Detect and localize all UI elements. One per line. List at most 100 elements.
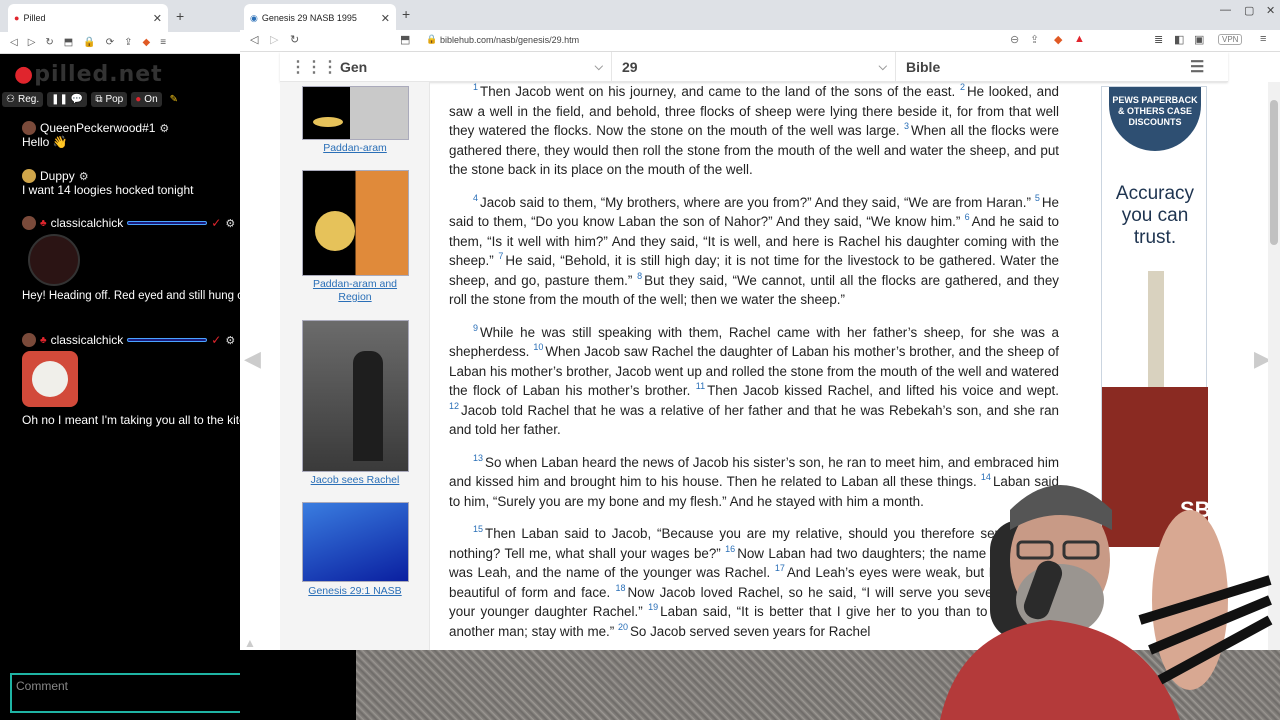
new-tab-icon[interactable]: + bbox=[176, 8, 184, 24]
bookmark-icon[interactable]: ⬒ bbox=[400, 33, 410, 46]
brave-shield-icon[interactable]: ◆ bbox=[1054, 33, 1062, 46]
wallet-icon[interactable]: ▣ bbox=[1194, 33, 1204, 46]
scroll-top-icon[interactable]: ▲ bbox=[244, 636, 256, 650]
gear-icon[interactable]: ⚙ bbox=[79, 170, 89, 183]
message-user[interactable]: Duppy bbox=[40, 169, 75, 183]
close-window-icon[interactable]: ✕ bbox=[1266, 4, 1275, 17]
webcam-overlay bbox=[850, 450, 1280, 720]
comment-input[interactable]: Comment bbox=[10, 673, 255, 713]
version-select[interactable]: Bible bbox=[896, 52, 1180, 82]
verse-number[interactable]: 17 bbox=[775, 563, 785, 573]
paragraph: 9 While he was still speaking with them, … bbox=[449, 323, 1059, 440]
verse-number[interactable]: 8 bbox=[637, 271, 642, 281]
verse-number[interactable]: 5 bbox=[1035, 193, 1040, 203]
zoom-icon[interactable]: ⊖ bbox=[1010, 33, 1019, 46]
verse-number[interactable]: 11 bbox=[696, 381, 705, 391]
verse-number[interactable]: 4 bbox=[473, 193, 478, 203]
message-user[interactable]: QueenPeckerwood#1 bbox=[40, 121, 155, 135]
avatar bbox=[22, 216, 36, 230]
desktop-strip bbox=[240, 650, 356, 720]
url-field[interactable]: biblehub.com/nasb/genesis/29.htm bbox=[440, 35, 579, 45]
verse-number[interactable]: 10 bbox=[533, 342, 543, 352]
sidebar-icon[interactable]: ◧ bbox=[1174, 33, 1184, 46]
share-icon[interactable]: ⇪ bbox=[1030, 33, 1039, 46]
grid-icon[interactable]: ⋮⋮⋮ bbox=[280, 52, 338, 82]
prev-chapter-icon[interactable]: ◀ bbox=[244, 346, 261, 372]
ad-slogan: Accuracy you can trust. bbox=[1115, 183, 1195, 248]
back-icon[interactable]: ◁ bbox=[250, 33, 258, 46]
left-nav-bar: ◁ ▷ ↻ ⬒ 🔒 ⟳ ⇪ ◆ ≡ bbox=[0, 32, 240, 54]
close-tab-icon[interactable]: ✕ bbox=[381, 12, 390, 25]
verse-number[interactable]: 19 bbox=[648, 602, 658, 612]
chapter-select[interactable]: 29 ⌵ bbox=[612, 52, 896, 82]
new-tab-icon[interactable]: + bbox=[402, 6, 410, 22]
image-caption-link[interactable]: Jacob sees Rachel bbox=[300, 474, 410, 486]
verse-number[interactable]: 1 bbox=[473, 82, 478, 92]
chat-message: ♣ classicalchick ✓ ⚙ Hey! Heading off. Red … bbox=[0, 216, 240, 314]
tab-genesis[interactable]: ◉ Genesis 29 NASB 1995 ✕ bbox=[244, 4, 396, 32]
on-button[interactable]: ● On bbox=[131, 91, 162, 107]
status-badge bbox=[127, 338, 208, 342]
image-caption-link[interactable]: Genesis 29:1 NASB bbox=[300, 585, 410, 597]
left-tab-bar: ● Pilled ✕ + bbox=[0, 0, 240, 32]
brave-icon[interactable]: ◆ bbox=[142, 37, 150, 48]
brave-rewards-icon[interactable]: ▲ bbox=[1074, 33, 1085, 45]
playlist-icon[interactable]: ≣ bbox=[1154, 33, 1163, 46]
chat-toolbar: ⚇ Reg. ❚❚ 💬 ⧉ Pop ● On ✎ bbox=[2, 88, 238, 110]
message-user[interactable]: classicalchick bbox=[51, 333, 124, 347]
minimize-icon[interactable]: — bbox=[1220, 4, 1231, 16]
pencil-button[interactable]: ✎ bbox=[166, 92, 182, 107]
map-caption-link[interactable]: Paddan-aram bbox=[300, 142, 410, 154]
paragraph: 4 Jacob said to them, “My brothers, where… bbox=[449, 193, 1059, 310]
tab-pilled[interactable]: ● Pilled ✕ bbox=[8, 4, 168, 32]
verse-text: Then Jacob kissed Rachel, and lifted his… bbox=[707, 383, 1059, 398]
verse-image-thumbnail[interactable] bbox=[302, 502, 409, 582]
verse-number[interactable]: 16 bbox=[725, 544, 735, 554]
vpn-button[interactable]: VPN bbox=[1218, 34, 1243, 45]
pill-favicon-icon: ● bbox=[14, 13, 20, 23]
verse-number[interactable]: 6 bbox=[965, 212, 970, 222]
verse-number[interactable]: 7 bbox=[498, 251, 503, 261]
verse-number[interactable]: 2 bbox=[960, 82, 965, 92]
scrollbar-thumb[interactable] bbox=[1270, 100, 1278, 245]
painting-thumbnail[interactable] bbox=[302, 320, 409, 472]
forward-icon[interactable]: ▷ bbox=[270, 33, 278, 46]
forward-icon[interactable]: ▷ bbox=[28, 37, 36, 48]
close-tab-icon[interactable]: ✕ bbox=[153, 12, 162, 25]
book-select[interactable]: Gen ⌵ bbox=[330, 52, 612, 82]
verse-number[interactable]: 12 bbox=[449, 401, 459, 411]
users-icon: ⚇ bbox=[6, 93, 15, 105]
verse-number[interactable]: 13 bbox=[473, 453, 483, 463]
pause-icon: ❚❚ bbox=[51, 93, 68, 105]
maximize-icon[interactable]: ▢ bbox=[1244, 4, 1254, 17]
gear-icon[interactable]: ⚙ bbox=[225, 334, 235, 347]
reg-button[interactable]: ⚇ Reg. bbox=[2, 91, 44, 107]
hamburger-menu-icon[interactable]: ☰ bbox=[1180, 52, 1228, 82]
map-thumbnail[interactable] bbox=[302, 86, 409, 140]
chat-bubble-icon: 💬 bbox=[70, 93, 84, 105]
right-nav-bar: ◁ ▷ ↻ ⬒ 🔒 biblehub.com/nasb/genesis/29.h… bbox=[240, 30, 1280, 52]
pause-chat-button[interactable]: ❚❚ 💬 bbox=[47, 91, 88, 107]
reload-icon[interactable]: ↻ bbox=[290, 33, 299, 46]
map-thumbnail[interactable] bbox=[302, 170, 409, 276]
verse-number[interactable]: 15 bbox=[473, 524, 483, 534]
verse-text: Jacob said to them, “My brothers, where … bbox=[480, 194, 1031, 210]
menu-icon[interactable]: ≡ bbox=[1260, 33, 1266, 45]
extension-icon[interactable]: ⟳ bbox=[106, 37, 114, 48]
verse-number[interactable]: 20 bbox=[618, 622, 628, 632]
gear-icon[interactable]: ⚙ bbox=[159, 122, 169, 135]
message-user[interactable]: classicalchick bbox=[51, 216, 124, 230]
pop-button[interactable]: ⧉ Pop bbox=[91, 91, 128, 107]
reload-icon[interactable]: ↻ bbox=[45, 37, 53, 48]
verse-number[interactable]: 9 bbox=[473, 323, 478, 333]
verse-number[interactable]: 18 bbox=[616, 583, 626, 593]
back-icon[interactable]: ◁ bbox=[10, 37, 18, 48]
menu-icon[interactable]: ≡ bbox=[160, 37, 166, 48]
map-caption-link[interactable]: Paddan-aram and Region bbox=[300, 278, 410, 304]
pill-icon: ♣ bbox=[40, 334, 47, 346]
share-icon[interactable]: ⇪ bbox=[124, 37, 132, 48]
verse-number[interactable]: 3 bbox=[904, 121, 909, 131]
bookmark-icon[interactable]: ⬒ bbox=[64, 37, 73, 48]
gear-icon[interactable]: ⚙ bbox=[225, 217, 235, 230]
bible-nav-bar: ⋮⋮⋮ Gen ⌵ 29 ⌵ Bible ☰ bbox=[280, 52, 1228, 82]
